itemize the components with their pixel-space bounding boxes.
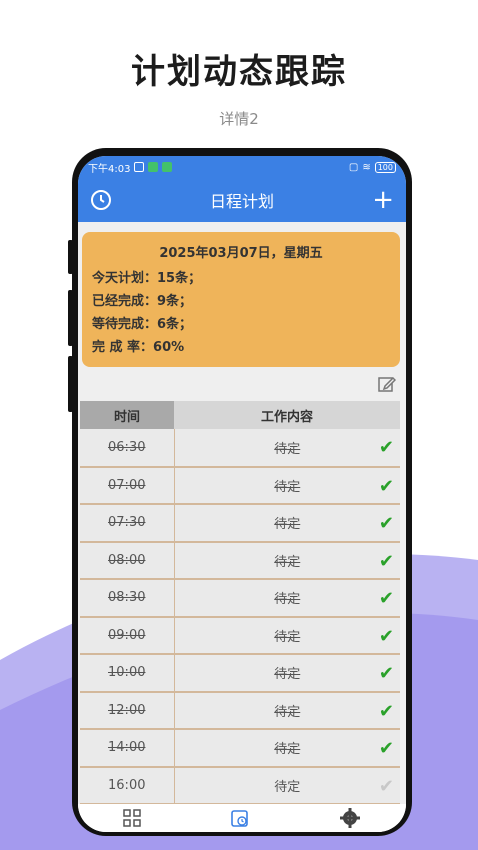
row-time: 10:00 <box>80 654 175 693</box>
table-row[interactable]: 08:00 待定 ✔ <box>80 541 400 580</box>
promo-title: 计划动态跟踪 <box>131 52 347 92</box>
table-row[interactable]: 14:00 待定 ✔ <box>80 729 400 768</box>
row-time: 08:00 <box>80 541 175 580</box>
check-icon[interactable]: ✔ <box>379 551 394 572</box>
battery-icon: 100 <box>374 161 396 173</box>
row-time: 16:00 <box>80 766 175 805</box>
row-content-text: 待定 <box>274 704 301 720</box>
row-content-text: 待定 <box>274 592 301 608</box>
row-content[interactable]: 待定 ✔ <box>174 729 400 768</box>
row-content-text: 待定 <box>274 742 301 758</box>
table-row[interactable]: 07:00 待定 ✔ <box>80 466 400 505</box>
check-icon[interactable]: ✔ <box>379 663 394 684</box>
row-time: 14:00 <box>80 729 175 768</box>
table-row[interactable]: 07:30 待定 ✔ <box>80 504 400 543</box>
row-content[interactable]: 待定 ✔ <box>174 616 400 655</box>
phone-side-button <box>68 356 73 412</box>
app-bar: 日程计划 + <box>78 178 406 222</box>
row-content[interactable]: 待定 ✔ <box>174 654 400 693</box>
grid-icon[interactable] <box>122 809 141 827</box>
row-content-text: 待定 <box>274 441 301 457</box>
row-time: 06:30 <box>80 429 175 468</box>
schedule-table: 时间 工作内容 06:30 待定 ✔ 07:00 待定 ✔ 07:30 待定 ✔ 08:00 待定 ✔… <box>80 401 400 805</box>
wifi-icon: ≋ <box>362 161 371 173</box>
table-row[interactable]: 06:30 待定 ✔ <box>80 429 400 468</box>
summary-pending: 等待完成：6条； <box>92 317 193 332</box>
row-content[interactable]: 待定 ✔ <box>174 504 400 543</box>
header-content: 工作内容 <box>174 401 400 429</box>
row-time: 09:00 <box>80 616 175 655</box>
app-title: 日程计划 <box>209 192 274 211</box>
edit-icon[interactable] <box>378 375 396 393</box>
add-plan-button[interactable]: + <box>372 187 394 213</box>
check-icon[interactable]: ✔ <box>379 776 394 797</box>
phone-screen: 下午4:03 ▢ ≋ 100 日程计划 + 2025年03月07日，星期五 今天… <box>78 156 406 832</box>
clock-icon[interactable] <box>90 189 112 211</box>
summary-rate: 完 成 率：60% <box>92 340 185 355</box>
signal-icon: ▢ <box>348 161 359 173</box>
check-icon[interactable]: ✔ <box>379 701 394 722</box>
table-row[interactable]: 16:00 待定 ✔ <box>80 766 400 805</box>
edit-row <box>78 367 406 401</box>
phone-side-button <box>68 290 73 346</box>
check-icon[interactable]: ✔ <box>379 626 394 647</box>
row-content[interactable]: 待定 ✔ <box>174 466 400 505</box>
row-time: 07:30 <box>80 504 175 543</box>
promo-subtitle: 详情2 <box>219 110 259 128</box>
phone-side-button <box>68 240 73 274</box>
row-time: 08:30 <box>80 579 175 618</box>
summary-done: 已经完成：9条； <box>92 294 193 309</box>
table-row[interactable]: 10:00 待定 ✔ <box>80 654 400 693</box>
row-content-text: 待定 <box>274 779 301 795</box>
row-content[interactable]: 待定 ✔ <box>174 766 400 805</box>
row-content-text: 待定 <box>274 517 301 533</box>
calendar-clock-icon[interactable] <box>230 808 250 828</box>
row-content-text: 待定 <box>274 629 301 645</box>
header-time: 时间 <box>80 401 174 429</box>
status-bar: 下午4:03 ▢ ≋ 100 <box>78 156 406 178</box>
app-notification-icon <box>148 162 159 172</box>
table-header-row: 时间 工作内容 <box>80 401 400 429</box>
table-row[interactable]: 08:30 待定 ✔ <box>80 579 400 618</box>
app-notification-icon <box>162 162 173 172</box>
row-content-text: 待定 <box>274 554 301 570</box>
check-icon[interactable]: ✔ <box>379 588 394 609</box>
check-icon[interactable]: ✔ <box>379 513 394 534</box>
check-icon[interactable]: ✔ <box>379 437 394 458</box>
check-icon[interactable]: ✔ <box>379 476 394 497</box>
row-content[interactable]: 待定 ✔ <box>174 579 400 618</box>
summary-total: 今天计划：15条； <box>92 271 202 286</box>
notification-icon <box>134 162 145 172</box>
status-time: 下午4:03 <box>88 163 131 175</box>
row-time: 12:00 <box>80 691 175 730</box>
table-row[interactable]: 12:00 待定 ✔ <box>80 691 400 730</box>
row-content[interactable]: 待定 ✔ <box>174 541 400 580</box>
row-content-text: 待定 <box>274 667 301 683</box>
summary-card: 2025年03月07日，星期五 今天计划：15条； 已经完成：9条； 等待完成：… <box>82 232 400 367</box>
row-content[interactable]: 待定 ✔ <box>174 691 400 730</box>
row-content[interactable]: 待定 ✔ <box>174 429 400 468</box>
summary-date: 2025年03月07日，星期五 <box>159 246 323 261</box>
row-content-text: 待定 <box>274 479 301 495</box>
row-time: 07:00 <box>80 466 175 505</box>
check-icon[interactable]: ✔ <box>379 738 394 759</box>
gear-icon[interactable] <box>339 807 361 829</box>
bottom-tab-bar <box>78 804 406 832</box>
table-row[interactable]: 09:00 待定 ✔ <box>80 616 400 655</box>
